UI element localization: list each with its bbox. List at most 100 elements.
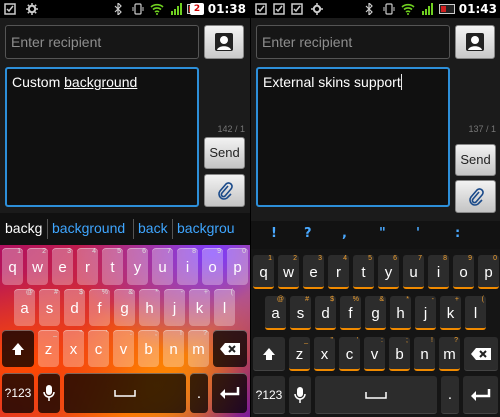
key-w[interactable]: 2w [27,248,48,285]
key-o[interactable]: 9o [453,255,474,289]
key-d[interactable]: $ d [315,296,336,330]
key-l[interactable]: (l [465,296,486,330]
key-n[interactable]: ! n [414,337,435,371]
status-bar: 2 01:38 [0,0,250,18]
key-label: e [309,264,318,281]
period-key[interactable]: . [190,373,208,413]
key-a[interactable]: @ a [14,289,35,326]
attach-button[interactable] [204,174,245,207]
key-e[interactable]: 3e [303,255,324,289]
key-alt-label: ? [203,330,207,337]
key-m[interactable]: ? m [439,337,460,371]
punctuation-key[interactable]: ' [416,226,420,241]
key-t[interactable]: 5t [102,248,123,285]
symbols-key[interactable]: ?123 [2,373,34,413]
symbols-key-label: ?123 [255,387,283,402]
suggestion-typed[interactable]: backg [5,220,42,236]
key-j[interactable]: -j [164,289,185,326]
key-h[interactable]: * h [139,289,160,326]
key-v[interactable]: :v [364,337,385,371]
key-b[interactable]: ; b [389,337,410,371]
key-label: c [94,341,103,358]
key-f[interactable]: % f [89,289,110,326]
key-alt-label: 2 [42,248,46,255]
key-f[interactable]: % f [340,296,361,330]
status-time: 01:43 [458,2,497,16]
space-key[interactable] [315,376,437,414]
key-d[interactable]: $ d [64,289,85,326]
key-l[interactable]: (l [214,289,235,326]
key-j[interactable]: -j [415,296,436,330]
key-s[interactable]: # s [290,296,311,330]
key-q[interactable]: 1q [2,248,23,285]
punctuation-key[interactable]: ? [304,226,312,241]
wifi-icon [401,3,415,15]
key-o[interactable]: 9o [202,248,223,285]
symbols-key[interactable]: ?123 [253,376,285,414]
enter-key[interactable] [463,376,498,414]
key-u[interactable]: 7u [403,255,424,289]
send-button[interactable]: Send [204,137,245,169]
key-label: s [45,300,54,317]
key-t[interactable]: 5t [353,255,374,289]
space-key[interactable] [64,373,186,413]
microphone-key[interactable] [289,376,311,414]
key-n[interactable]: ! n [163,330,184,367]
recipient-input[interactable]: Enter recipient [5,25,199,59]
shift-key[interactable] [253,337,285,371]
punctuation-key[interactable]: , [342,226,347,241]
key-r[interactable]: 4r [77,248,98,285]
key-w[interactable]: 2w [278,255,299,289]
suggestion-word[interactable]: background [52,220,125,236]
key-v[interactable]: :v [113,330,134,367]
key-a[interactable]: @ a [265,296,286,330]
key-i[interactable]: 8i [177,248,198,285]
backspace-key[interactable] [213,330,247,367]
key-x[interactable]: " x [63,330,84,367]
key-c[interactable]: ' c [339,337,360,371]
key-x[interactable]: " x [314,337,335,371]
gear-icon [26,3,38,15]
key-g[interactable]: & g [114,289,135,326]
microphone-icon [294,386,306,404]
key-c[interactable]: ' c [88,330,109,367]
key-z[interactable]: _ z [289,337,310,371]
contact-picker-button[interactable] [455,25,495,59]
punctuation-key[interactable]: " [379,226,386,241]
key-y[interactable]: 6y [127,248,148,285]
suggestion-strip: backg background back backgrou [0,213,250,245]
key-q[interactable]: 1q [253,255,274,289]
key-p[interactable]: 0p [478,255,499,289]
keyboard-custom-background: 1 q 2 w 3 e 4 r 5 t 6 y 7 u 8 i 9 o 0 p @ a # s $ d% f & g * h - j + k(l _ z… [0,245,250,417]
attach-button[interactable] [455,180,496,213]
recipient-input[interactable]: Enter recipient [256,25,450,59]
period-key[interactable]: . [441,376,459,414]
key-p[interactable]: 0p [227,248,248,285]
key-i[interactable]: 8i [428,255,449,289]
key-y[interactable]: 6y [378,255,399,289]
key-h[interactable]: * h [390,296,411,330]
key-g[interactable]: & g [365,296,386,330]
key-k[interactable]: + k [440,296,461,330]
backspace-key[interactable] [464,337,498,371]
send-button[interactable]: Send [455,144,496,176]
key-k[interactable]: + k [189,289,210,326]
key-u[interactable]: 7u [152,248,173,285]
microphone-key[interactable] [38,373,60,413]
key-z[interactable]: _ z [38,330,59,367]
key-e[interactable]: 3e [52,248,73,285]
punctuation-key[interactable]: ! [271,226,277,241]
suggestion-word[interactable]: back [138,220,168,236]
suggestion-word[interactable]: backgrou [177,220,235,236]
key-r[interactable]: 4r [328,255,349,289]
key-b[interactable]: ; b [138,330,159,367]
message-compose-field[interactable]: External skins support [256,67,450,207]
key-s[interactable]: # s [39,289,60,326]
enter-key[interactable] [212,373,247,413]
key-alt-label: ? [454,337,458,344]
message-compose-field[interactable]: Custom background [5,67,199,207]
shift-key[interactable] [2,330,34,367]
key-m[interactable]: ? m [188,330,209,367]
punctuation-key[interactable]: : [455,226,460,241]
contact-picker-button[interactable] [204,25,244,59]
